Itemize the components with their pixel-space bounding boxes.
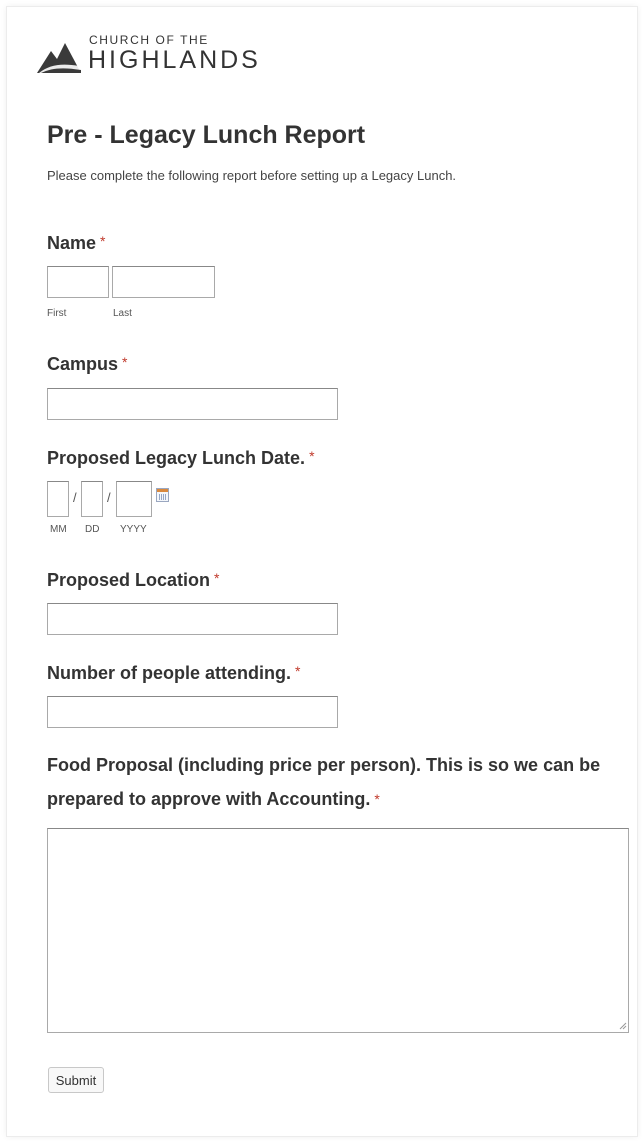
attendees-label: Number of people attending. * [47,663,300,684]
day-sublabel: DD [85,524,100,535]
month-sublabel: MM [50,524,67,535]
logo-line-2: HIGHLANDS [88,46,261,74]
required-marker: * [309,448,315,464]
required-marker: * [122,354,128,370]
form-container: CHURCH OF THE HIGHLANDS Pre - Legacy Lun… [6,6,638,1137]
date-month-input[interactable] [47,481,69,517]
name-label-text: Name [47,233,97,253]
date-label-text: Proposed Legacy Lunch Date. [47,448,306,468]
attendees-input[interactable] [47,696,338,728]
required-marker: * [374,791,380,807]
last-sublabel: Last [113,308,132,319]
campus-label: Campus * [47,354,127,375]
required-marker: * [100,233,106,249]
calendar-icon[interactable] [156,488,169,502]
form-title: Pre - Legacy Lunch Report [47,121,366,149]
campus-input[interactable] [47,388,338,420]
date-year-input[interactable] [116,481,152,517]
food-proposal-label-text: Food Proposal (including price per perso… [47,755,601,809]
location-label: Proposed Location * [47,570,219,591]
required-marker: * [214,570,220,586]
first-name-input[interactable] [47,266,109,298]
year-sublabel: YYYY [120,524,147,535]
location-input[interactable] [47,603,338,635]
food-proposal-textarea[interactable] [47,828,629,1033]
required-marker: * [295,663,301,679]
church-logo: CHURCH OF THE HIGHLANDS [35,33,265,77]
form-description: Please complete the following report bef… [47,168,457,183]
logo-line-1: CHURCH OF THE [89,33,209,47]
name-label: Name * [47,233,105,254]
submit-button[interactable]: Submit [48,1067,104,1093]
attendees-label-text: Number of people attending. [47,663,292,683]
location-label-text: Proposed Location [47,570,211,590]
date-separator: / [107,490,111,505]
date-day-input[interactable] [81,481,103,517]
campus-label-text: Campus [47,354,119,374]
food-proposal-label: Food Proposal (including price per perso… [47,748,607,816]
mountain-logo-icon [37,43,81,73]
date-label: Proposed Legacy Lunch Date. * [47,448,315,469]
first-sublabel: First [47,308,67,319]
date-separator: / [73,490,77,505]
resize-handle-icon[interactable] [618,1021,627,1030]
last-name-input[interactable] [112,266,215,298]
